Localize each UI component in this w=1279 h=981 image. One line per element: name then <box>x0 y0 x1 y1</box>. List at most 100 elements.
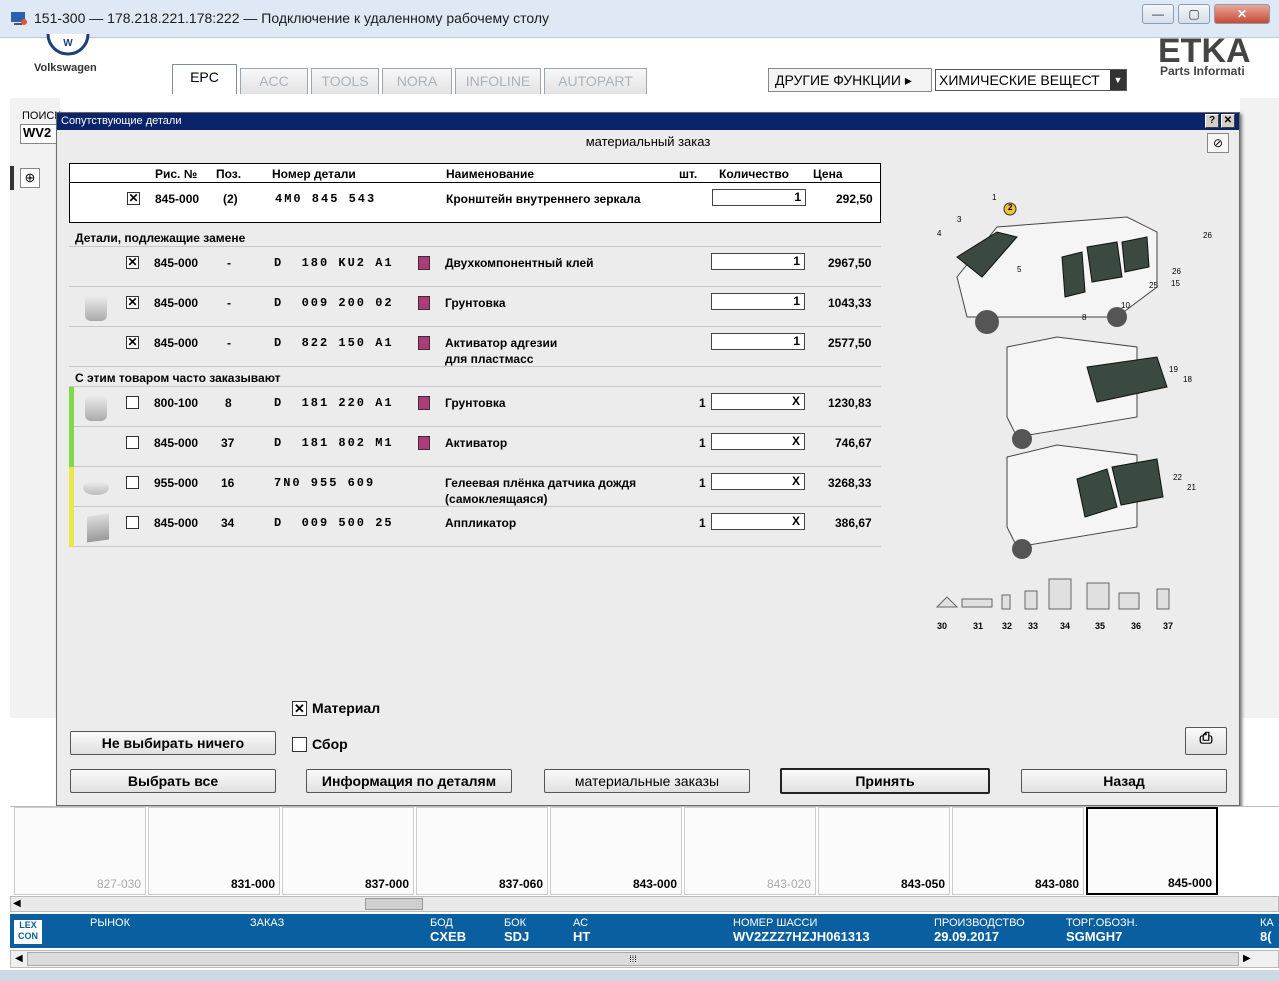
maximize-button[interactable]: ▢ <box>1178 4 1210 24</box>
horizontal-scrollbar[interactable]: ◀ <box>10 896 1279 912</box>
book-icon[interactable] <box>418 396 430 410</box>
status-value: HT <box>573 929 591 944</box>
image-label: 34 <box>1060 621 1071 631</box>
row-checkbox[interactable]: ✕ <box>127 192 140 205</box>
row-name: Грунтовка <box>445 396 506 410</box>
thumbnail-label: 845-000 <box>1167 876 1212 890</box>
thumbnail[interactable]: 837-000 <box>282 807 414 895</box>
row-fig: 845-000 <box>154 256 199 270</box>
row-pos: 8 <box>225 396 232 410</box>
part-info-button[interactable]: Информация по деталям <box>306 769 512 793</box>
dialog-close-button[interactable]: ✕ <box>1221 114 1235 128</box>
material-checkbox[interactable]: ✕ <box>292 701 307 716</box>
table-row[interactable]: ✕ 845-000 - D 180 KU2 A1 Двухкомпонентны… <box>69 247 881 287</box>
qty-input[interactable]: X <box>711 433 805 450</box>
row-price: 292,50 <box>836 192 873 206</box>
thumbnail[interactable]: 843-080 <box>952 807 1084 895</box>
accept-button[interactable]: Принять <box>780 768 990 794</box>
tab-autopart[interactable]: AUTOPART <box>544 68 647 94</box>
qty-input[interactable]: 1 <box>711 293 805 310</box>
tab-epc[interactable]: EPC <box>172 64 237 94</box>
select-none-button[interactable]: Не выбирать ничего <box>70 731 276 755</box>
primer-can-icon <box>85 395 107 421</box>
scrollbar-thumb[interactable] <box>365 898 423 910</box>
thumbnail[interactable]: 837-060 <box>416 807 548 895</box>
table-row[interactable]: 955-000 16 7N0 955 609 Гелеевая плёнка д… <box>69 467 881 507</box>
status-bar: LEX CON РЫНОК ЗАКАЗ БОД CXEB БОК SDJ АС … <box>10 914 1279 948</box>
rdp-title-bar: 151-300 — 178.218.221.178:222 — Подключе… <box>0 0 1279 38</box>
callout-label: 18 <box>1183 375 1192 384</box>
thumbnail[interactable]: 843-050 <box>818 807 950 895</box>
tab-tools[interactable]: TOOLS <box>311 68 379 94</box>
qty-input[interactable]: X <box>711 513 805 530</box>
taskbar <box>0 970 1279 981</box>
chevron-down-icon[interactable]: ▼ <box>1110 70 1126 90</box>
row-checkbox[interactable] <box>126 476 139 489</box>
search-input[interactable]: WV2 <box>20 124 60 144</box>
thumbnail[interactable]: 827-030 <box>14 807 146 895</box>
qty-input[interactable]: X <box>711 393 805 410</box>
callout-label: 3 <box>957 215 962 224</box>
row-checkbox[interactable]: ✕ <box>126 296 139 309</box>
book-icon[interactable] <box>418 336 430 350</box>
material-orders-button[interactable]: материальные заказы <box>544 769 750 793</box>
qty-input[interactable]: 1 <box>711 253 805 270</box>
thumbnail[interactable]: 831-000 <box>148 807 280 895</box>
print-icon[interactable]: ⎙ <box>1185 727 1227 755</box>
row-checkbox[interactable]: ✕ <box>126 256 139 269</box>
tab-nora[interactable]: NORA <box>382 68 452 94</box>
row-name: Кронштейн внутреннего зеркала <box>446 192 641 206</box>
thumbnail-selected[interactable]: 845-000 <box>1086 807 1218 895</box>
table-row[interactable]: 845-000 37 D 181 802 M1 Активатор 1 X 74… <box>69 427 881 467</box>
thumbnail-strip: 827-030 831-000 837-000 837-060 843-000 … <box>10 806 1279 896</box>
thumbnail-label: 843-080 <box>1034 877 1079 891</box>
panel-divider <box>10 166 14 190</box>
scrollbar-thumb[interactable]: ⁞⁞⁞ <box>27 952 1239 966</box>
thumbnail[interactable]: 843-000 <box>550 807 682 895</box>
minimize-button[interactable]: — <box>1142 4 1174 24</box>
back-button[interactable]: Назад <box>1021 769 1227 793</box>
row-checkbox[interactable] <box>126 396 139 409</box>
svg-text:W: W <box>63 38 73 49</box>
gel-pad-icon <box>83 481 109 495</box>
table-row[interactable]: ✕ 845-000 - D 822 150 A1 Активатор адгез… <box>69 327 881 367</box>
row-pos: 16 <box>221 476 235 490</box>
select-all-button[interactable]: Выбрать все <box>70 769 276 793</box>
assembly-checkbox[interactable] <box>292 737 307 752</box>
scroll-left-icon[interactable]: ◀ <box>15 953 23 964</box>
close-button[interactable]: ✕ <box>1214 4 1270 24</box>
book-icon[interactable] <box>418 436 430 450</box>
table-row[interactable]: 800-100 8 D 181 220 A1 Грунтовка 1 X 123… <box>69 387 881 427</box>
chemicals-select[interactable]: ХИМИЧЕСКИЕ ВЕЩЕСТ ▼ <box>935 69 1127 91</box>
book-icon[interactable] <box>418 296 430 310</box>
scroll-left-icon[interactable]: ◀ <box>13 898 21 909</box>
qty-input[interactable]: 1 <box>711 333 805 350</box>
row-fig: 955-000 <box>154 476 199 490</box>
scroll-right-icon[interactable]: ▶ <box>1243 953 1251 964</box>
thumbnail[interactable]: 843-020 <box>684 807 816 895</box>
qty-input[interactable]: 1 <box>712 189 806 206</box>
hide-eye-icon[interactable]: ⊘ <box>1207 133 1229 153</box>
rdp-scrollbar[interactable]: ◀ ⁞⁞⁞ ▶ <box>10 950 1279 968</box>
row-checkbox[interactable] <box>126 516 139 529</box>
image-label: 33 <box>1028 621 1039 631</box>
callout-label: 21 <box>1187 483 1196 492</box>
related-parts-dialog: Сопутствующие детали ? ✕ материальный за… <box>56 112 1240 806</box>
table-row[interactable]: 845-000 34 D 009 500 25 Аппликатор 1 X 3… <box>69 507 881 547</box>
tab-infoline[interactable]: INFOLINE <box>455 68 541 94</box>
row-checkbox[interactable] <box>126 436 139 449</box>
row-checkbox[interactable]: ✕ <box>126 336 139 349</box>
qty-input[interactable]: X <box>711 473 805 490</box>
tab-acc[interactable]: ACC <box>240 68 308 94</box>
table-row[interactable]: ✕ 845-000 - D 009 200 02 Грунтовка 1 104… <box>69 287 881 327</box>
book-icon[interactable] <box>418 256 430 270</box>
thumbnail-label: 837-060 <box>498 877 543 891</box>
callout-label: 2 <box>1008 203 1013 212</box>
zoom-in-icon[interactable]: ⊕ <box>20 168 40 188</box>
other-functions-button[interactable]: ДРУГИЕ ФУНКЦИИ ▸ <box>768 68 932 92</box>
row-pos: - <box>227 296 231 310</box>
help-button[interactable]: ? <box>1205 114 1219 128</box>
image-label: 37 <box>1163 621 1174 631</box>
table-row[interactable]: ✕ 845-000 (2) 4M0 845 543 Кронштейн внут… <box>69 183 881 223</box>
row-name: Активатор <box>445 436 508 450</box>
